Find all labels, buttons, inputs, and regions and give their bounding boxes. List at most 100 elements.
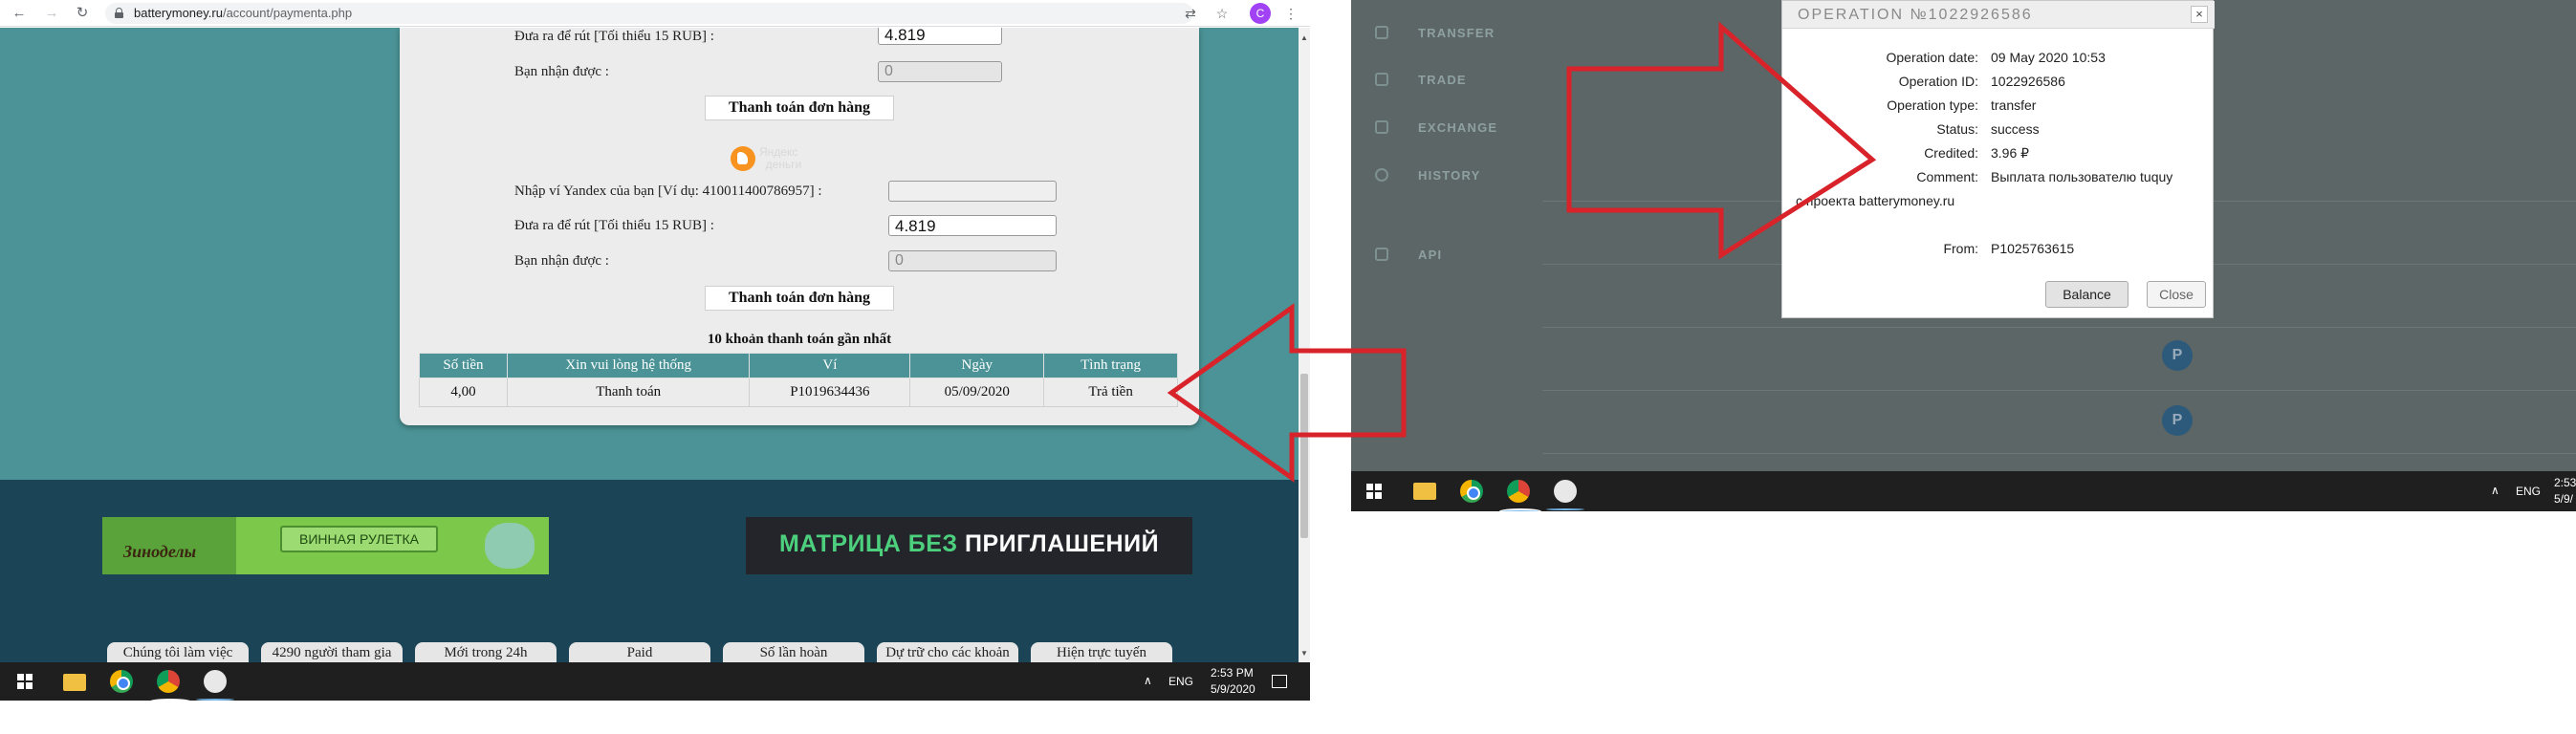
field-label: Operation type:	[1887, 97, 1978, 113]
translate-icon[interactable]: ⇄	[1181, 4, 1200, 23]
yandex-withdraw-label: Đưa ra để rút [Tối thiểu 15 RUB] :	[514, 218, 714, 233]
language-indicator[interactable]: ENG	[2516, 485, 2541, 498]
windows-start-icon[interactable]	[1366, 484, 1382, 499]
left-screenshot: ← → ↻ batterymoney.ru/account/paymenta.p…	[0, 0, 1310, 701]
sidebar-item-trade[interactable]: TRADE	[1418, 73, 1467, 87]
star-icon[interactable]: ☆	[1212, 4, 1232, 23]
sidebar-item-transfer[interactable]: TRANSFER	[1418, 26, 1495, 40]
clock-time: 2:53	[2554, 476, 2576, 489]
table-row: 4,00 Thanh toán P1019634436 05/09/2020 T…	[419, 378, 1178, 407]
tray-chevron-icon[interactable]: ∧	[2491, 484, 2500, 497]
language-indicator[interactable]: ENG	[1168, 675, 1193, 688]
tab-refunds[interactable]: Số lần hoàn	[723, 642, 864, 662]
url-path: /account/paymenta.php	[222, 6, 353, 20]
site-footer: Зиноделы ВИННАЯ РУЛЕТКА МАТРИЦА БЕЗ ПРИГ…	[0, 480, 1299, 662]
trade-icon	[1375, 73, 1388, 86]
tab-paid[interactable]: Paid	[569, 642, 710, 662]
modal-title: OPERATION №1022926586	[1798, 7, 2033, 23]
sidebar-item-exchange[interactable]: EXCHANGE	[1418, 120, 1497, 135]
scrollbar-thumb[interactable]	[1300, 374, 1308, 538]
vertical-scrollbar[interactable]: ▲ ▼	[1299, 28, 1310, 662]
vinnaya-ruletka-banner[interactable]: Зиноделы ВИННАЯ РУЛЕТКА	[102, 517, 549, 574]
yandex-pay-order-button[interactable]: Thanh toán đơn hàng	[705, 286, 894, 311]
zinodely-logo: Зиноделы	[123, 542, 197, 561]
tray-chevron-icon[interactable]: ∧	[1144, 674, 1152, 687]
withdraw-panel: Đưa ra để rút [Tối thiểu 15 RUB] : 4.819…	[400, 28, 1199, 425]
notification-icon[interactable]	[1272, 675, 1287, 688]
yandex-wallet-input[interactable]	[888, 181, 1057, 202]
tab-new-24h[interactable]: Mới trong 24h	[415, 642, 557, 662]
address-bar[interactable]: batterymoney.ru/account/paymenta.php	[105, 3, 1193, 24]
wallet-cell: P1019634436	[749, 378, 911, 407]
reload-icon[interactable]: ↻	[73, 4, 92, 23]
tab-online[interactable]: Hiện trực tuyến	[1031, 642, 1172, 662]
profile-avatar[interactable]: C	[1250, 3, 1271, 24]
operation-modal: OPERATION №1022926586 × Operation date: …	[1781, 0, 2215, 318]
history-icon	[1375, 168, 1388, 182]
operation-date-value: 09 May 2020 10:53	[1991, 50, 2106, 65]
scroll-up-arrow-icon[interactable]: ▲	[1300, 33, 1308, 42]
file-explorer-icon[interactable]	[1413, 483, 1436, 500]
back-arrow-icon[interactable]: ←	[10, 4, 29, 23]
yandex-logo-line2: деньги	[765, 158, 802, 171]
transfer-icon	[1375, 26, 1388, 39]
forward-arrow-icon[interactable]: →	[42, 4, 61, 23]
column-header: Xin vui lòng hệ thống	[506, 353, 751, 378]
column-header: Ví	[749, 353, 911, 378]
system-cell: Thanh toán	[506, 378, 751, 407]
close-icon[interactable]: ×	[2191, 6, 2208, 23]
yandex-receive-field: 0	[888, 250, 1057, 271]
modal-header: OPERATION №1022926586 ×	[1782, 1, 2215, 29]
clock-date: 5/9/	[2554, 492, 2574, 506]
yandex-receive-label: Bạn nhận được :	[514, 253, 609, 269]
paint-icon[interactable]	[1546, 480, 1584, 510]
status-value: success	[1991, 121, 2040, 137]
operation-type-value: transfer	[1991, 97, 2037, 113]
comment-value: Выплата пользователю tuquy	[1991, 169, 2173, 184]
history-row-divider	[1542, 327, 2576, 328]
clock-time: 2:53 PM	[1211, 666, 1254, 680]
windows-start-icon[interactable]	[17, 674, 33, 689]
scroll-down-arrow-icon[interactable]: ▼	[1300, 649, 1308, 658]
yandex-wallet-label: Nhập ví Yandex của bạn [Ví dụ: 410011400…	[514, 184, 822, 199]
tab-participants[interactable]: 4290 người tham gia	[261, 642, 403, 662]
tab-working[interactable]: Chúng tôi làm việc	[107, 642, 249, 662]
comment-value-line2: с проекта batterymoney.ru	[1796, 193, 1955, 208]
exchange-icon	[1375, 120, 1388, 134]
credited-value: 3.96 ₽	[1991, 145, 2030, 161]
matrica-banner[interactable]: МАТРИЦА БЕЗ ПРИГЛАШЕНИЙ	[746, 517, 1192, 574]
withdraw-label: Đưa ra để rút [Tối thiểu 15 RUB] :	[514, 29, 714, 44]
receive-label: Bạn nhận được :	[514, 64, 609, 79]
recent-payments-title: 10 khoản thanh toán gần nhất	[707, 332, 892, 347]
right-screenshot: TRANSFER TRADE EXCHANGE HISTORY API P P …	[1351, 0, 2576, 511]
chrome-icon[interactable]	[1499, 480, 1541, 511]
column-header: Số tiền	[419, 353, 508, 378]
sidebar-item-history[interactable]: HISTORY	[1418, 168, 1480, 183]
pay-order-button[interactable]: Thanh toán đơn hàng	[705, 96, 894, 120]
column-header: Tình trạng	[1043, 353, 1178, 378]
chrome-green-icon[interactable]	[110, 670, 133, 693]
receive-amount-field: 0	[878, 61, 1002, 82]
paint-icon[interactable]	[196, 670, 234, 701]
yandex-withdraw-input[interactable]: 4.819	[888, 215, 1057, 236]
column-header: Ngày	[909, 353, 1045, 378]
amount-cell: 4,00	[419, 378, 508, 407]
field-label: Operation date:	[1886, 50, 1978, 65]
payeer-coin-icon: P	[2162, 405, 2193, 436]
tab-reserve[interactable]: Dự trữ cho các khoản	[877, 642, 1018, 662]
yandex-logo-line1: Яндекс	[759, 145, 798, 159]
windows-taskbar-right: ∧ ENG 2:53 5/9/	[1351, 471, 2576, 511]
close-button[interactable]: Close	[2147, 281, 2206, 308]
chrome-green-icon[interactable]	[1460, 480, 1483, 503]
withdraw-amount-input[interactable]: 4.819	[878, 28, 1002, 45]
history-row-divider	[1542, 453, 2576, 454]
banner-roulette-button: ВИННАЯ РУЛЕТКА	[280, 526, 438, 552]
file-explorer-icon[interactable]	[63, 674, 86, 691]
payeer-coin-icon: P	[2162, 340, 2193, 371]
date-cell: 05/09/2020	[909, 378, 1045, 407]
balance-button[interactable]: Balance	[2045, 281, 2128, 308]
chrome-icon[interactable]	[149, 670, 191, 701]
yandex-logo-text: Яндекс деньги	[759, 146, 801, 171]
menu-dots-icon[interactable]: ⋮	[1281, 4, 1300, 23]
sidebar-item-api[interactable]: API	[1418, 248, 1442, 262]
